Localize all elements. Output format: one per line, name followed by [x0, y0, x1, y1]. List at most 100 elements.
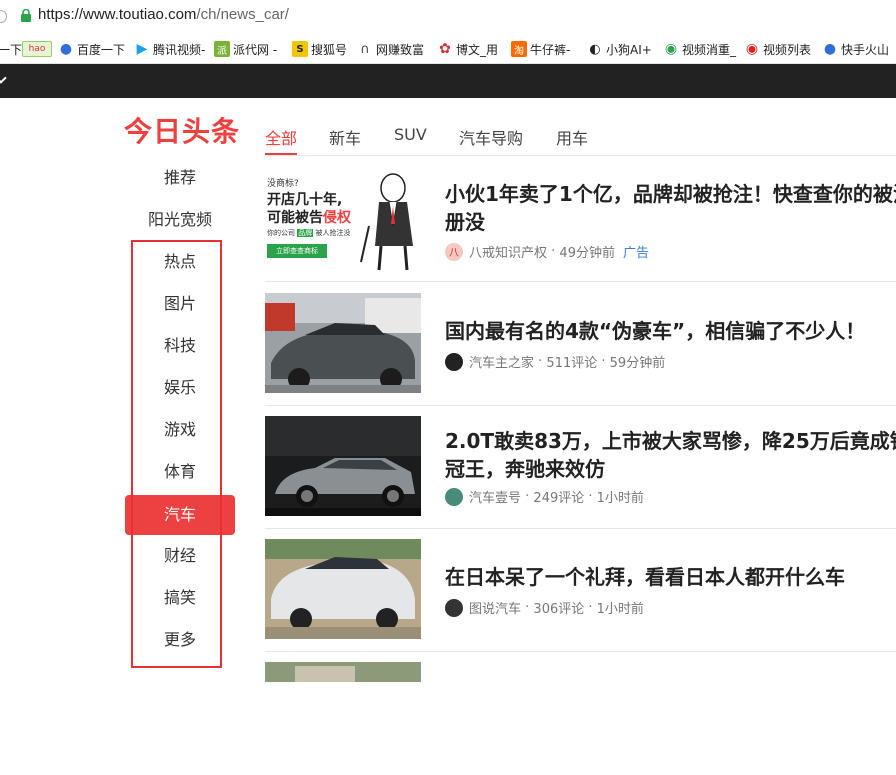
feed-item[interactable]: 没商标? 开店几十年, 可能被告侵权 你的公司 品牌 被人抢注没 立即查查商标 … — [265, 158, 896, 282]
feed-thumbnail[interactable] — [265, 539, 421, 639]
car-photo — [265, 293, 421, 393]
subchannel-tabs: 全部 新车 SUV 汽车导购 用车 — [265, 120, 896, 156]
car-photo — [265, 539, 421, 639]
feed-item[interactable]: 国内最有名的4款“伪豪车”，相信骗了不少人！ 汽车主之家 · 511评论 · 5… — [265, 282, 896, 406]
feed-comments[interactable]: 249评论 — [533, 487, 584, 506]
play-circle-icon: ◉ — [663, 41, 679, 57]
avatar[interactable] — [445, 352, 463, 371]
bookmarks-bar: 一下 hao ● 百度一下 ▶ 腾讯视频- 派派代网 - S 搜狐号 ∩ 网赚致富 ✿ 博… — [0, 34, 896, 64]
feed-time: 59分钟前 — [609, 356, 666, 371]
flower-icon: ✿ — [437, 41, 453, 57]
feed-source[interactable]: 八戒知识产权 — [469, 242, 547, 261]
ad-line1: 没商标? — [267, 179, 299, 189]
feed-time: 1小时前 — [596, 602, 644, 617]
bookmark-label: 网赚致富 — [376, 42, 425, 57]
tab-all[interactable]: 全部 — [265, 125, 297, 149]
feed-item[interactable] — [265, 651, 896, 775]
meta-separator: · — [534, 354, 547, 369]
bookmark-label: 视频消重_ — [682, 42, 737, 57]
url-text[interactable]: https://www.toutiao.com/ch/news_car/ — [38, 6, 289, 23]
bookmark-label: 搜狐号 — [311, 42, 348, 57]
bookmark-label: 牛仔裤- — [530, 42, 571, 57]
feed-meta: 汽车壹号 · 249评论 · 1小时前 — [445, 487, 644, 506]
address-bar[interactable]: https://www.toutiao.com/ch/news_car/ — [0, 0, 896, 34]
ad-line4-a: 你的公司 — [267, 229, 295, 237]
feed-time: 49分钟前 — [559, 246, 615, 261]
ad-line3-emphasis: 侵权 — [323, 210, 351, 226]
tab-suv[interactable]: SUV — [394, 125, 427, 144]
bookmark-label: 视频列表 — [763, 42, 812, 57]
bookmark-item[interactable]: ▶ 腾讯视频- — [134, 40, 205, 58]
avatar[interactable] — [445, 487, 463, 506]
feed-source[interactable]: 汽车壹号 — [469, 487, 521, 506]
bookmark-item[interactable]: ◉ 视频消重_ — [663, 40, 736, 58]
active-tab-underline — [265, 153, 297, 155]
meta-separator: · — [597, 354, 610, 369]
bookmark-item[interactable]: ✿ 博文_用 — [437, 40, 498, 58]
ad-line3-text: 可能被告 — [267, 210, 323, 226]
ad-cta-button[interactable]: 立即查查商标 — [267, 244, 327, 258]
feed-title[interactable]: 国内最有名的4款“伪豪车”，相信骗了不少人！ — [445, 317, 896, 345]
bookmark-item[interactable]: 淘牛仔裤- — [511, 40, 570, 58]
tab-car-guide[interactable]: 汽车导购 — [459, 125, 523, 149]
meta-separator: · — [584, 600, 597, 615]
feed-item[interactable]: 2.0T敢卖83万，上市被大家骂惨，降25万后竟成销冠王，奔驰来效仿 汽车壹号 … — [265, 405, 896, 529]
sidebar-item-sunshine-video[interactable]: 阳光宽频 — [125, 200, 235, 240]
bookmark-label: 小狗AI+ — [606, 42, 652, 57]
ad-badge: 广告 — [622, 246, 649, 261]
feed-source[interactable]: 图说汽车 — [469, 598, 521, 617]
feed-item[interactable]: 在日本呆了一个礼拜，看看日本人都开什么车 图说汽车 · 306评论 · 1小时前 — [265, 528, 896, 652]
bookmark-item[interactable]: ● 快手火山 — [822, 40, 889, 58]
meta-separator: · — [547, 244, 560, 259]
lock-icon — [21, 9, 31, 22]
bookmark-item[interactable]: S 搜狐号 — [292, 40, 347, 58]
ad-line2: 开店几十年, — [267, 192, 343, 208]
bookmark-item[interactable]: 派派代网 - — [214, 40, 277, 58]
feed-source[interactable]: 汽车主之家 — [469, 352, 534, 371]
tab-car-use[interactable]: 用车 — [556, 125, 588, 149]
tab-new-cars[interactable]: 新车 — [329, 125, 361, 149]
dog-icon: ◐ — [587, 41, 603, 57]
sohu-icon: S — [292, 41, 308, 57]
feed-title[interactable]: 2.0T敢卖83万，上市被大家骂惨，降25万后竟成销冠王，奔驰来效仿 — [445, 427, 896, 483]
feed-time: 1小时前 — [596, 491, 644, 506]
paidai-icon: 派 — [214, 41, 230, 57]
bookmark-label: 腾讯视频- — [153, 42, 206, 57]
baidu-paw-icon: ● — [822, 41, 838, 57]
meta-separator: · — [521, 489, 534, 504]
page-info-icon[interactable] — [0, 10, 7, 23]
feed-comments[interactable]: 306评论 — [533, 598, 584, 617]
feed-meta: 八 八戒知识产权 · 49分钟前 广告 — [445, 242, 649, 261]
sidebar-item-recommend[interactable]: 推荐 — [125, 158, 235, 198]
feed-comments[interactable]: 511评论 — [546, 352, 597, 371]
chevron-down-icon[interactable] — [0, 72, 7, 84]
avatar[interactable]: 八 — [445, 242, 463, 261]
highlight-box — [131, 240, 222, 668]
baidu-paw-icon: ● — [58, 41, 74, 57]
ad-line4-c: 被人抢注没 — [315, 229, 351, 237]
feed-thumbnail[interactable] — [265, 662, 421, 682]
feed-thumbnail[interactable] — [265, 293, 421, 393]
site-logo[interactable]: 今日头条 — [124, 110, 240, 150]
ad-line4: 你的公司 品牌 被人抢注没 — [267, 228, 350, 238]
tencent-video-icon: ▶ — [134, 41, 150, 57]
ad-thumbnail[interactable]: 没商标? 开店几十年, 可能被告侵权 你的公司 品牌 被人抢注没 立即查查商标 — [265, 166, 421, 272]
bookmark-item[interactable]: 一下 — [0, 40, 22, 58]
hao123-icon: hao — [22, 41, 52, 57]
taobao-icon: 淘 — [511, 41, 527, 57]
bookmark-label: 快手火山 — [841, 42, 890, 57]
bookmark-item[interactable]: ● 百度一下 — [58, 40, 125, 58]
bookmark-item[interactable]: ◉ 视频列表 — [744, 40, 811, 58]
feed-title[interactable]: 在日本呆了一个礼拜，看看日本人都开什么车 — [445, 563, 896, 591]
bookmark-label: 派代网 - — [233, 42, 278, 57]
bookmark-item[interactable]: ∩ 网赚致富 — [357, 40, 424, 58]
feed-thumbnail[interactable] — [265, 416, 421, 516]
bookmark-item[interactable]: ◐ 小狗AI+ — [587, 40, 652, 58]
feed-title[interactable]: 小伙1年卖了1个亿，品牌却被抢注！快查查你的被注册没 — [445, 180, 896, 236]
meta-separator: · — [584, 489, 597, 504]
car-photo — [265, 416, 421, 516]
bookmark-item[interactable]: hao — [22, 40, 55, 58]
meta-separator: · — [521, 600, 534, 615]
ad-line3: 可能被告侵权 — [267, 207, 351, 227]
avatar[interactable] — [445, 598, 463, 617]
